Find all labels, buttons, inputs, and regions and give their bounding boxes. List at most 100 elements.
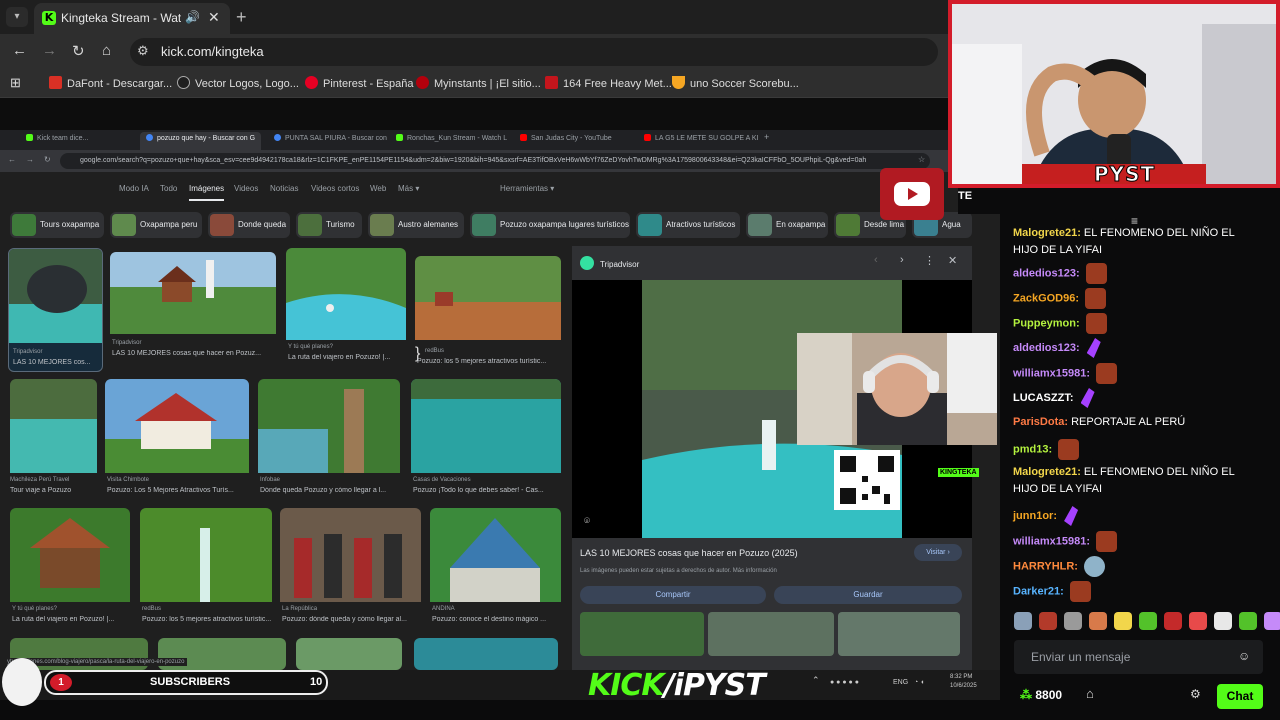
related-image[interactable] <box>838 612 960 656</box>
image-result[interactable]: Casas de Vacaciones Pozuzo ¡Todo lo que … <box>411 379 561 497</box>
wifi-icon[interactable]: ◔ ◖ <box>914 679 924 686</box>
chat-username[interactable]: HARRYHLR: <box>1013 560 1078 572</box>
chat-username[interactable]: Darker21: <box>1013 585 1064 597</box>
inner-forward-icon[interactable]: → <box>26 155 34 164</box>
filter-news[interactable]: Noticias <box>270 184 298 193</box>
chip[interactable]: Pozuzo oxapampa lugares turísticos <box>470 212 630 238</box>
chat-username[interactable]: aldedios123: <box>1013 267 1080 279</box>
close-tab-icon[interactable]: ✕ <box>208 9 220 26</box>
chat-username[interactable]: aldedios123: <box>1013 342 1080 354</box>
inner-tab[interactable]: San Judas City - YouTube <box>520 134 612 148</box>
reload-icon[interactable]: ↻ <box>72 42 85 60</box>
inner-tab[interactable]: PUNTA SAL PIURA - Buscar con <box>274 134 387 148</box>
chip[interactable]: Atractivos turísticos <box>636 212 740 238</box>
next-icon[interactable]: › <box>900 254 904 266</box>
filter-images[interactable]: Imágenes <box>189 184 225 201</box>
chat-username[interactable]: Puppeymon: <box>1013 317 1080 329</box>
chat-username[interactable]: ParisDota: <box>1013 416 1068 428</box>
tab-search-button[interactable]: ▾ <box>6 7 28 27</box>
tray-arrow-icon[interactable]: ⌃ <box>812 675 820 686</box>
channel-points[interactable]: ⁂ 8800 <box>1020 688 1062 702</box>
prev-icon[interactable]: ‹ <box>874 254 878 266</box>
new-tab-button[interactable]: + <box>236 7 247 28</box>
image-result[interactable] <box>414 638 558 670</box>
bookmark-fonts[interactable]: 164 Free Heavy Met... <box>545 76 672 90</box>
image-result[interactable]: Machileza Perú Travel Tour viaje a Pozuz… <box>10 379 97 497</box>
filter-ai-mode[interactable]: Modo IA <box>119 184 149 193</box>
chat-input[interactable]: Enviar un mensaje <box>1014 640 1263 674</box>
inner-back-icon[interactable]: ← <box>8 155 16 164</box>
close-panel-icon[interactable]: ✕ <box>948 254 957 267</box>
speaker-icon[interactable]: 🔊 <box>185 10 200 24</box>
clock[interactable]: 8:32 PM 10/6/2025 <box>950 673 977 691</box>
image-result[interactable]: Tripadvisor LAS 10 MEJORES cosas que hac… <box>110 252 276 367</box>
chat-username[interactable]: williamx15981: <box>1013 535 1090 547</box>
bookmark-soccer[interactable]: uno Soccer Scorebu... <box>672 76 799 90</box>
bookmark-dafont[interactable]: DaFont - Descargar... <box>49 76 172 90</box>
home-icon[interactable]: ⌂ <box>102 42 111 59</box>
bookmark-myinstants[interactable]: Myinstants | ¡El sitio... <box>416 76 541 90</box>
emote-shortcut-icon[interactable] <box>1164 612 1182 630</box>
chat-username[interactable]: pmd13: <box>1013 443 1052 455</box>
chat-username[interactable]: ZackGOD96: <box>1013 292 1079 304</box>
bookmark-vector-logos[interactable]: Vector Logos, Logo... <box>177 76 299 90</box>
chat-send-button[interactable]: Chat <box>1217 684 1263 709</box>
filter-more[interactable]: Más ▾ <box>398 184 419 193</box>
inner-tab-active[interactable]: pozuzo que hay - Buscar con G <box>140 132 262 150</box>
emote-shortcut-icon[interactable] <box>1264 612 1280 630</box>
emote-shortcut-icon[interactable] <box>1014 612 1032 630</box>
inner-address-bar[interactable]: google.com/search?q=pozuzo+que+hay&sca_e… <box>60 153 930 169</box>
share-button[interactable]: Compartir <box>580 586 766 604</box>
emote-shortcut-icon[interactable] <box>1239 612 1257 630</box>
image-result[interactable]: redBus Pozuzo: los 5 mejores atractivos … <box>415 256 561 367</box>
related-image[interactable] <box>708 612 834 656</box>
language-indicator[interactable]: ENG <box>893 679 908 686</box>
image-result[interactable]: La República Pozuzo: dónde queda y cómo … <box>280 508 421 628</box>
emote-shortcut-icon[interactable] <box>1089 612 1107 630</box>
inner-tab[interactable]: Kick team dice... <box>26 134 88 148</box>
chip[interactable]: Austro alemanes <box>368 212 464 238</box>
filter-web[interactable]: Web <box>370 184 386 193</box>
image-result-selected[interactable]: Tripadvisor LAS 10 MEJORES cos... <box>8 248 103 372</box>
chat-username[interactable]: Malogrete21: <box>1013 227 1081 239</box>
store-icon[interactable]: ⌂ <box>1086 686 1094 701</box>
image-result[interactable]: Y tú qué planes? La ruta del viajero en … <box>10 508 130 628</box>
emote-shortcut-icon[interactable] <box>1039 612 1057 630</box>
emote-shortcut-icon[interactable] <box>1064 612 1082 630</box>
settings-gear-icon[interactable]: ⚙ <box>1190 687 1201 701</box>
image-result[interactable]: Y tú qué planes? La ruta del viajero en … <box>286 248 406 367</box>
inner-new-tab-button[interactable]: + <box>764 132 769 146</box>
apps-grid-icon[interactable]: ⊞ <box>10 75 21 91</box>
inner-reload-icon[interactable]: ↻ <box>44 155 51 164</box>
image-result[interactable] <box>296 638 402 670</box>
back-arrow-icon[interactable]: ← <box>12 42 27 59</box>
filter-tools[interactable]: Herramientas ▾ <box>500 184 554 193</box>
inner-tab[interactable]: LA G5 LE METE SU GOLPE A KI <box>644 134 759 148</box>
emoji-icon[interactable]: ☺ <box>1238 649 1250 663</box>
save-button[interactable]: Guardar <box>774 586 962 604</box>
bookmark-pinterest[interactable]: Pinterest - España <box>305 76 414 90</box>
panel-source[interactable]: Tripadvisor <box>580 256 639 270</box>
emote-shortcut-icon[interactable] <box>1114 612 1132 630</box>
related-image[interactable] <box>580 612 704 656</box>
filter-videos[interactable]: Videos <box>234 184 258 193</box>
chat-username[interactable]: williamx15981: <box>1013 367 1090 379</box>
image-result[interactable]: redBus Pozuzo: los 5 mejores atractivos … <box>140 508 272 628</box>
chip[interactable]: Turismo <box>296 212 362 238</box>
panel-title[interactable]: LAS 10 MEJORES cosas que hacer en Pozuzo… <box>580 548 798 558</box>
image-result[interactable]: ANDINA Pozuzo: conoce el destino mágico … <box>430 508 561 628</box>
chip[interactable]: Donde queda <box>208 212 290 238</box>
chat-username[interactable]: junn1or: <box>1013 510 1057 522</box>
inner-tab[interactable]: Ronchas_Kun Stream - Watch L <box>396 134 507 148</box>
site-info-icon[interactable]: ⚙ <box>137 43 149 59</box>
filter-all[interactable]: Todo <box>160 184 177 193</box>
chat-username[interactable]: LUCASZZT: <box>1013 392 1074 404</box>
address-bar[interactable]: ⚙ kick.com/kingteka <box>130 38 938 66</box>
chat-username[interactable]: Malogrete21: <box>1013 466 1081 478</box>
forward-arrow-icon[interactable]: → <box>42 42 57 59</box>
chip[interactable]: Tours oxapampa <box>10 212 104 238</box>
emote-shortcut-icon[interactable] <box>1139 612 1157 630</box>
lens-icon[interactable]: ⌾ <box>584 516 590 527</box>
tab-kick-stream[interactable]: K Kingteka Stream - Watch Li 🔊 ✕ <box>34 3 230 34</box>
image-result[interactable]: Infobae Dónde queda Pozuzo y cómo llegar… <box>258 379 400 497</box>
